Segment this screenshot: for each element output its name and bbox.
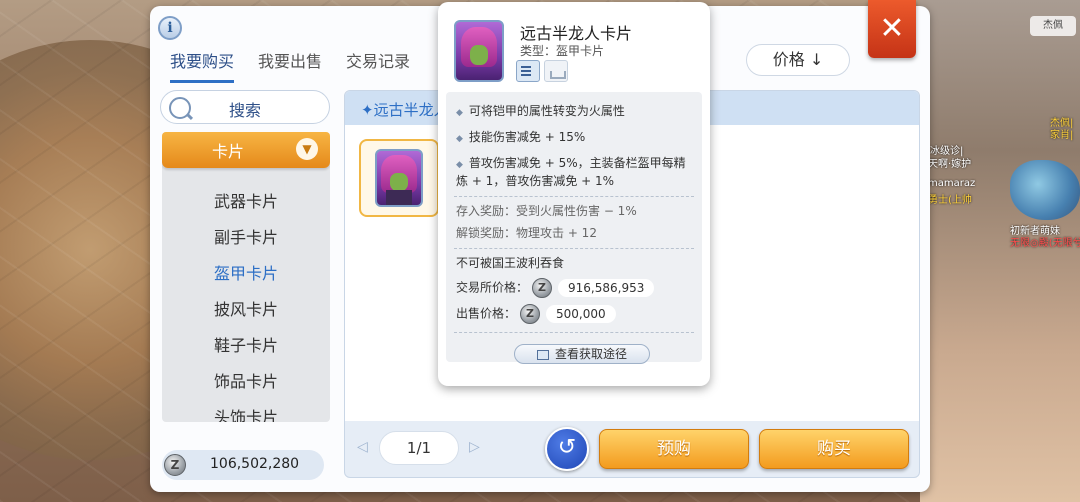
tab-buy[interactable]: 我要购买 xyxy=(170,48,235,83)
effect-line: 技能伤害减免 + 15% xyxy=(456,128,585,148)
search-button[interactable]: 搜索 xyxy=(160,90,330,124)
info-icon[interactable]: i xyxy=(158,16,182,40)
effect-line: 可将铠甲的属性转变为火属性 xyxy=(456,102,625,122)
subcategory-weapon[interactable]: 武器卡片 xyxy=(162,184,330,220)
close-button[interactable]: ✕ xyxy=(868,0,916,58)
search-icon xyxy=(169,97,191,119)
zeny-coin-icon: Z xyxy=(520,304,541,324)
unlock-reward: 解锁奖励：物理攻击 + 12 xyxy=(456,226,597,240)
exchange-price-label: 交易所价格： xyxy=(456,280,529,295)
refresh-button[interactable]: ↺ xyxy=(545,427,589,471)
subcategory-cape[interactable]: 披风卡片 xyxy=(162,292,330,328)
sell-price-label: 出售价格： xyxy=(456,306,517,321)
player-name: mamaraz xyxy=(928,178,976,189)
card-image xyxy=(375,149,423,207)
zeny-coin-icon: Z xyxy=(164,454,186,476)
player-name: 无限◎殿(无限兮 xyxy=(1010,238,1080,249)
item-name: 远古半龙人卡片 xyxy=(520,24,633,43)
zeny-coin-icon: Z xyxy=(532,278,553,298)
player-name: 天啊·嫁护 xyxy=(928,159,972,170)
exchange-price: 916,586,953 xyxy=(558,279,655,297)
effect-line: 普攻伤害减免 + 5%，主装备栏盔甲每精 xyxy=(456,154,686,174)
category-sidebar: 卡片 ▼ 武器卡片 副手卡片 盔甲卡片 披风卡片 鞋子卡片 饰品卡片 头饰卡片 xyxy=(162,132,330,422)
item-type: 类型：盔甲卡片 xyxy=(520,44,605,58)
subcategory-shoes[interactable]: 鞋子卡片 xyxy=(162,328,330,364)
chevron-down-icon: ▼ xyxy=(296,138,318,160)
view-source-button[interactable]: 查看获取途径 xyxy=(514,344,650,364)
subcategory-armor[interactable]: 盔甲卡片 xyxy=(162,256,330,292)
deposit-reward: 存入奖励：受到火属性伤害 − 1% xyxy=(456,204,637,218)
prev-page-icon[interactable]: ◁ xyxy=(357,439,368,455)
subcategory-headgear[interactable]: 头饰卡片 xyxy=(162,400,330,422)
tab-sell[interactable]: 我要出售 xyxy=(258,48,322,83)
view-source-label: 查看获取途径 xyxy=(554,347,627,361)
search-label: 搜索 xyxy=(229,101,262,120)
tab-history[interactable]: 交易记录 xyxy=(346,48,410,83)
sell-price-row: 出售价格： Z 500,000 xyxy=(456,304,616,324)
mount-figure xyxy=(1010,160,1080,220)
wallet-balance: Z 106,502,280 xyxy=(162,450,324,480)
pager-bar: ◁ 1/1 ▷ ↺ 预购 购买 xyxy=(345,421,919,477)
player-name: 家肖| xyxy=(1050,130,1074,141)
subcategory-list: 武器卡片 副手卡片 盔甲卡片 披风卡片 鞋子卡片 饰品卡片 头饰卡片 xyxy=(162,184,330,422)
exchange-price-row: 交易所价格： Z 916,586,953 xyxy=(456,278,655,298)
list-icon xyxy=(536,349,549,360)
category-label: 卡片 xyxy=(212,142,245,161)
item-detail-icon[interactable] xyxy=(516,60,540,82)
category-dropdown[interactable]: 卡片 ▼ xyxy=(162,132,330,168)
preview-icon[interactable] xyxy=(544,60,568,82)
player-name: 勇士(上帅 xyxy=(928,195,972,206)
item-card[interactable] xyxy=(359,139,439,217)
buy-button[interactable]: 购买 xyxy=(759,429,909,469)
price-sort-button[interactable]: 价格 ↓ xyxy=(746,44,850,76)
preorder-button[interactable]: 预购 xyxy=(599,429,749,469)
town-scene xyxy=(920,0,1080,502)
card-image xyxy=(454,20,504,82)
restriction-note: 不可被国王波利吞食 xyxy=(456,256,565,270)
results-title: ✦远古半龙人 xyxy=(361,101,449,119)
wallet-amount: 106,502,280 xyxy=(210,456,300,472)
next-page-icon[interactable]: ▷ xyxy=(469,439,480,455)
page-indicator: 1/1 xyxy=(379,431,459,465)
item-tooltip: 远古半龙人卡片 类型：盔甲卡片 可将铠甲的属性转变为火属性 技能伤害减免 + 1… xyxy=(438,2,710,386)
subcategory-offhand[interactable]: 副手卡片 xyxy=(162,220,330,256)
tooltip-body: 可将铠甲的属性转变为火属性 技能伤害减免 + 15% 普攻伤害减免 + 5%，主… xyxy=(446,92,702,364)
tab-bar: 我要购买 我要出售 交易记录 xyxy=(170,48,434,83)
sell-price: 500,000 xyxy=(546,305,616,323)
corner-badge[interactable]: 杰佩 xyxy=(1030,16,1076,36)
subcategory-accessory[interactable]: 饰品卡片 xyxy=(162,364,330,400)
effect-line: 炼 + 1，普攻伤害减免 + 1% xyxy=(456,174,615,188)
